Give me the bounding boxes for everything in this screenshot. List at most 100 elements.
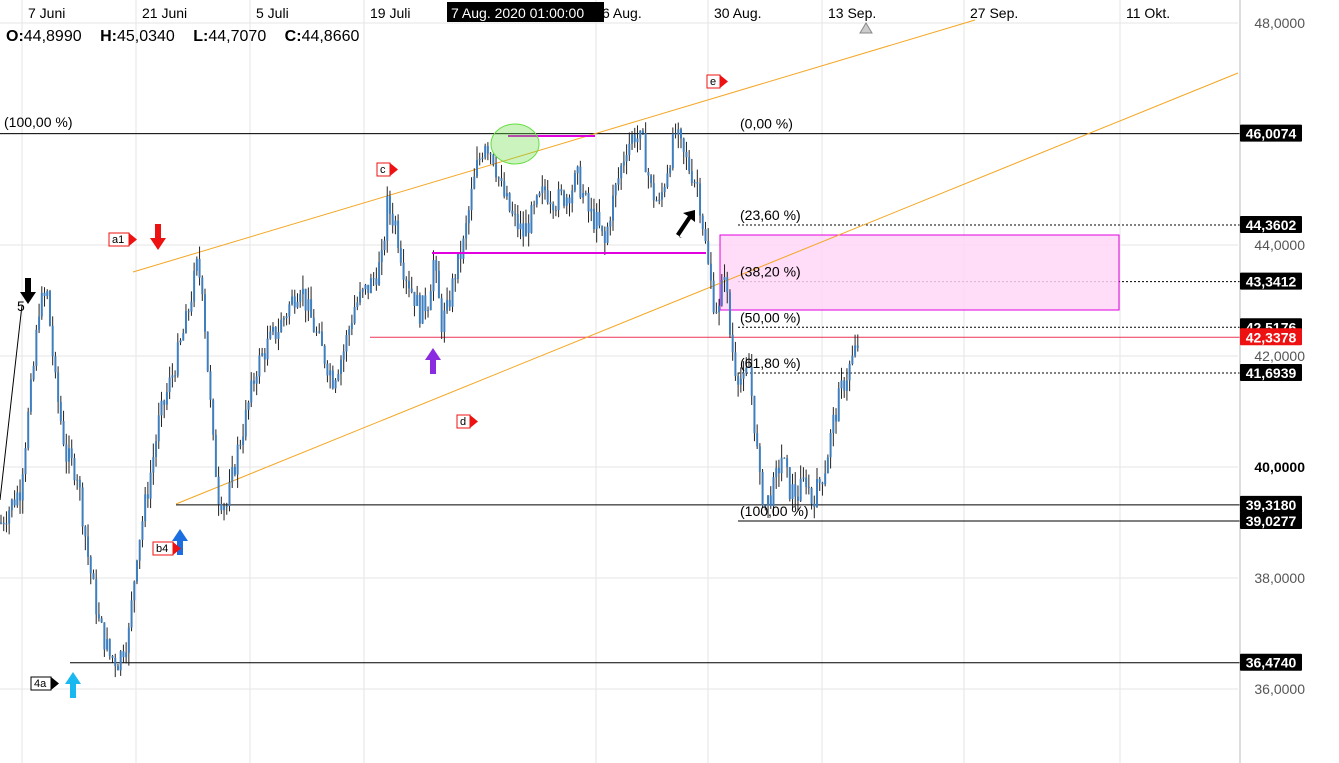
y-tick-2: 42,0000 <box>1254 348 1305 364</box>
candle-body <box>242 436 245 445</box>
candle-body <box>685 151 688 158</box>
candle-body <box>116 666 119 671</box>
candle-body <box>495 164 498 178</box>
candle-body <box>345 335 348 352</box>
wave-e-tip <box>720 75 728 88</box>
candle-body <box>473 176 476 189</box>
candle-body <box>680 129 682 139</box>
wave-b4: b4 <box>156 543 168 555</box>
candle-body <box>644 133 647 173</box>
price-tag-2: 43,3412 <box>1246 274 1297 290</box>
candle-body <box>631 134 634 144</box>
candle-body <box>76 479 79 481</box>
candle-body <box>807 486 810 488</box>
candle-body <box>258 355 261 377</box>
candle-body <box>658 199 661 201</box>
candle-body <box>378 262 381 285</box>
candle-body <box>489 153 492 155</box>
candle-body <box>228 482 231 507</box>
candle-body <box>293 296 296 308</box>
candle-body <box>95 579 98 615</box>
candle-body <box>647 172 650 176</box>
candle-body <box>329 370 332 376</box>
candle-body <box>432 260 435 292</box>
candle-body <box>195 258 198 271</box>
candle-body <box>59 401 62 422</box>
candle-body <box>299 294 302 302</box>
candle-body <box>198 258 201 278</box>
candle-body <box>125 652 128 658</box>
price-chart[interactable]: a1 c e d b4 4a 5 (100,00 %) 7 Juni 21 Juni 5 Juli… <box>0 0 1339 763</box>
candle-body <box>718 305 721 313</box>
candle-body <box>68 448 70 462</box>
candle-body <box>364 284 367 290</box>
candle-body <box>204 294 206 332</box>
red-down-arrow <box>150 224 166 250</box>
candle-body <box>625 155 628 162</box>
candle-body <box>337 373 340 381</box>
candle-body <box>563 191 566 206</box>
candle-body <box>816 479 818 507</box>
candle-body <box>62 421 65 445</box>
candle-body <box>454 278 457 280</box>
candle-body <box>609 220 612 227</box>
candle-body <box>340 359 342 374</box>
candle-body <box>522 223 525 237</box>
candle-body <box>84 526 87 537</box>
candle-body <box>326 363 329 376</box>
price-tags: 46,007444,360243,341242,517642,337841,69… <box>1240 124 1302 671</box>
candle-body <box>843 380 846 391</box>
candle-body <box>413 291 416 306</box>
candle-body <box>209 371 212 400</box>
candle-body <box>753 395 756 434</box>
candle-body <box>671 133 674 169</box>
candle-body <box>0 522 2 524</box>
candle-body <box>440 298 443 332</box>
candle-body <box>696 182 699 184</box>
candle-body <box>813 503 816 507</box>
scroll-marker <box>859 22 873 34</box>
candle-body <box>497 177 500 179</box>
y-tick-1: 44,0000 <box>1254 237 1305 253</box>
price-tag-5: 41,6939 <box>1246 365 1297 381</box>
candle-body <box>848 363 851 381</box>
candle-body <box>291 296 294 305</box>
candle-body <box>184 311 187 334</box>
candle-body <box>206 331 209 372</box>
candle-body <box>456 252 459 280</box>
candle-body <box>103 622 106 650</box>
candle-body <box>772 477 775 507</box>
candle-body <box>144 494 147 522</box>
candle-body <box>220 504 223 511</box>
wave-line <box>0 304 23 501</box>
candle-body <box>636 138 639 143</box>
candle-body <box>157 415 160 442</box>
wave-e: e <box>710 76 716 88</box>
candle-body <box>552 204 555 211</box>
candle-body <box>612 195 614 221</box>
candle-body <box>405 279 408 281</box>
candle-body <box>446 299 449 311</box>
candle-body <box>386 196 389 241</box>
candle-body <box>429 291 432 311</box>
price-tag-1: 44,3602 <box>1246 217 1297 233</box>
ohlc-readout: O:44,8990 H:45,0340 L:44,7070 C:44,8660 <box>6 28 373 46</box>
candle-body <box>587 192 590 212</box>
ohlc-high: H:45,0340 <box>100 28 175 45</box>
candle-body <box>511 210 514 214</box>
candle-body <box>728 292 731 335</box>
candle-body <box>165 392 168 405</box>
candle-body <box>272 326 274 332</box>
fib-labels: (0,00 %) (23,60 %) (38,20 %) (50,00 %) (61,8… <box>740 116 808 519</box>
y-tick-4: 38,0000 <box>1254 570 1305 586</box>
candle-body <box>775 467 778 478</box>
candle-body <box>549 202 552 205</box>
candle-body <box>568 197 571 204</box>
candle-body <box>592 208 595 230</box>
candle-body <box>13 499 16 506</box>
x-tick-1: 21 Juni <box>142 5 187 21</box>
candle-body <box>54 356 57 373</box>
candle-body <box>65 444 68 462</box>
candle-body <box>584 192 587 194</box>
candle-body <box>356 302 359 308</box>
